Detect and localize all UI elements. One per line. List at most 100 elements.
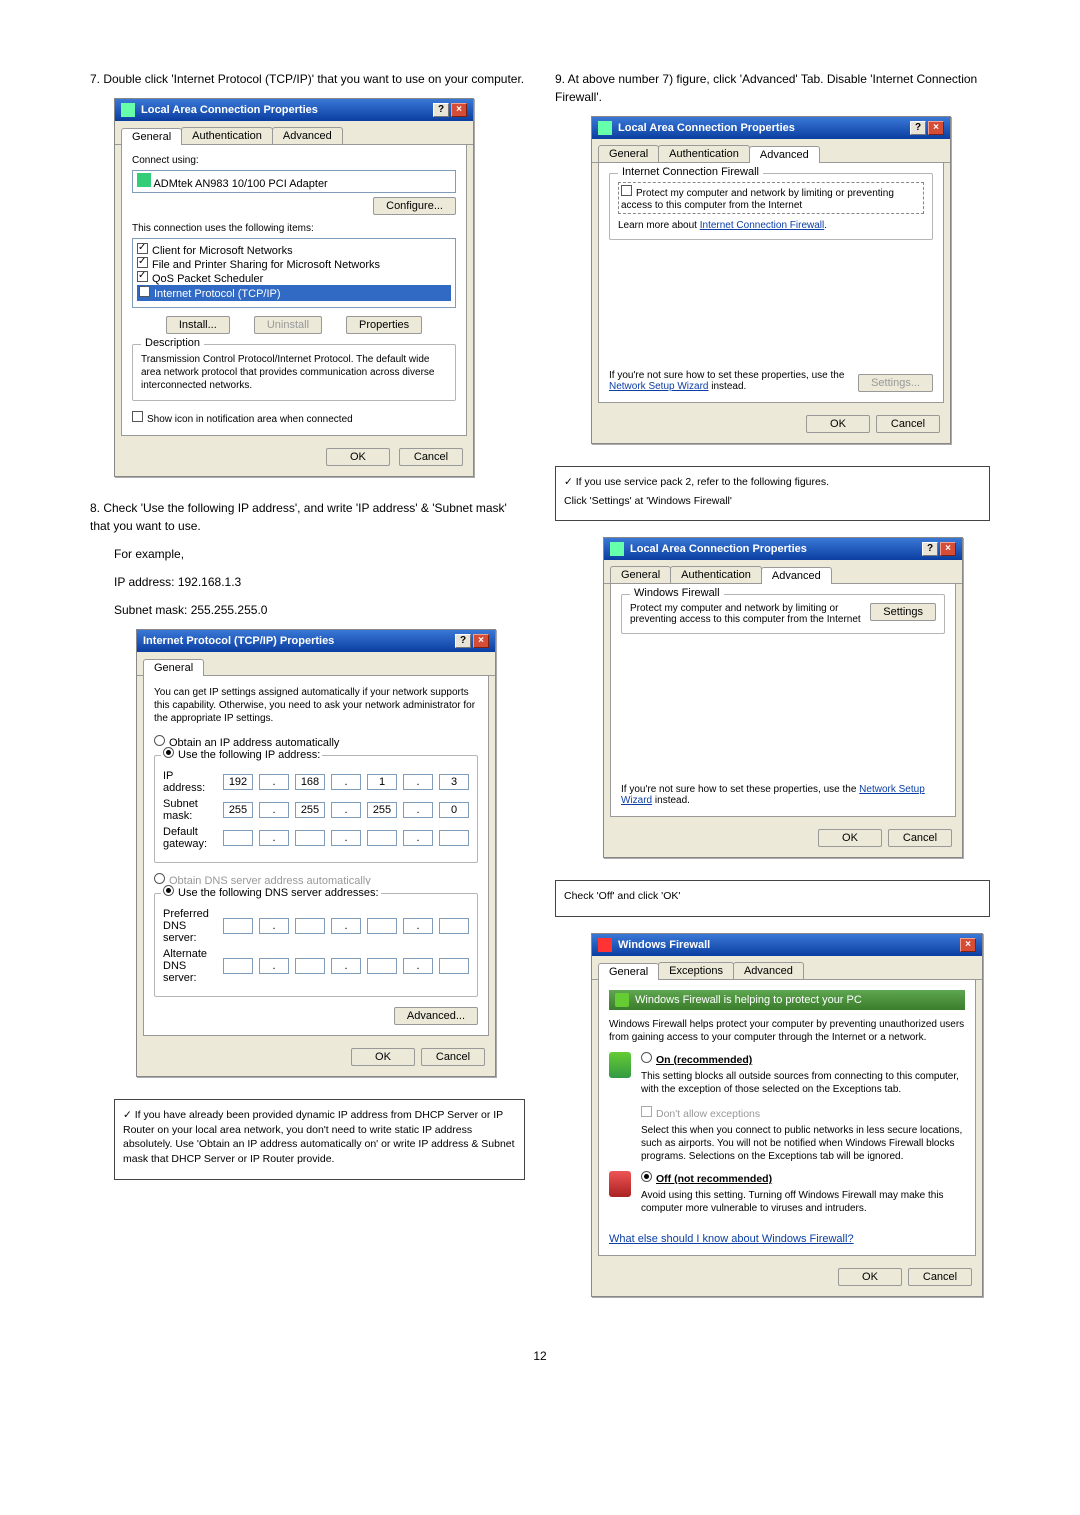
alt-dns-field[interactable]: ...: [223, 958, 469, 974]
titlebar: Local Area Connection Properties ? ×: [115, 99, 473, 121]
note-off-text: Check 'Off' and click 'OK': [564, 889, 981, 904]
help-button[interactable]: ?: [922, 542, 938, 556]
shield-off-icon: [609, 1171, 631, 1197]
wfw-more-link[interactable]: What else should I know about Windows Fi…: [609, 1233, 854, 1245]
dialog-lacp-advanced: Local Area Connection Properties ?× Gene…: [591, 116, 951, 444]
close-button[interactable]: ×: [960, 938, 976, 952]
close-button[interactable]: ×: [473, 634, 489, 648]
tab-pane: Connect using: ADMtek AN983 10/100 PCI A…: [121, 145, 467, 436]
help-button[interactable]: ?: [433, 103, 449, 117]
wfw-title: Windows Firewall: [618, 939, 710, 951]
icf-learn: Learn more about: [618, 220, 697, 231]
chk-qos[interactable]: [137, 271, 148, 282]
ok-button[interactable]: OK: [351, 1048, 415, 1066]
shield-on-icon: [609, 1052, 631, 1078]
dialog-title: Local Area Connection Properties: [141, 104, 318, 116]
alt-dns-label: Alternate DNS server:: [163, 948, 217, 984]
dialog-windows-firewall: Windows Firewall × General Exceptions Ad…: [591, 933, 983, 1297]
show-icon-label: Show icon in notification area when conn…: [147, 414, 353, 425]
help-button[interactable]: ?: [455, 634, 471, 648]
install-button[interactable]: Install...: [166, 316, 230, 334]
cancel-button[interactable]: Cancel: [908, 1268, 972, 1286]
radio-off[interactable]: [641, 1171, 652, 1182]
dont-check[interactable]: [641, 1106, 652, 1117]
dont-desc: Select this when you connect to public n…: [641, 1124, 965, 1163]
cancel-button[interactable]: Cancel: [876, 415, 940, 433]
properties-button[interactable]: Properties: [346, 316, 422, 334]
chk-tcpip[interactable]: [139, 286, 150, 297]
use-ip-label: Use the following IP address:: [178, 749, 320, 761]
nsw-link[interactable]: Network Setup Wizard: [609, 381, 708, 392]
chk-fps[interactable]: [137, 257, 148, 268]
note-dhcp-text: ✓ If you have already been provided dyna…: [123, 1108, 516, 1167]
tab-general[interactable]: General: [143, 659, 204, 676]
tab-auth[interactable]: Authentication: [181, 127, 273, 144]
ipp-title: Internet Protocol (TCP/IP) Properties: [143, 635, 334, 647]
tab-exceptions[interactable]: Exceptions: [658, 962, 734, 979]
tab-auth[interactable]: Authentication: [670, 566, 762, 583]
page-number: 12: [90, 1349, 990, 1363]
configure-button[interactable]: Configure...: [373, 197, 456, 215]
help-button[interactable]: ?: [910, 121, 926, 135]
tab-advanced[interactable]: Advanced: [272, 127, 343, 144]
radio-use-ip[interactable]: [163, 747, 174, 758]
radio-auto-ip[interactable]: [154, 735, 165, 746]
dont-label: Don't allow exceptions: [656, 1108, 760, 1120]
tab-advanced[interactable]: Advanced: [761, 567, 832, 584]
radio-use-dns[interactable]: [163, 885, 174, 896]
item-qos: QoS Packet Scheduler: [152, 273, 263, 285]
close-button[interactable]: ×: [940, 542, 956, 556]
tab-advanced[interactable]: Advanced: [749, 146, 820, 163]
icf-group-label: Internet Connection Firewall: [618, 166, 763, 178]
tab-general[interactable]: General: [598, 963, 659, 980]
icf-learn-link[interactable]: Internet Connection Firewall: [700, 220, 825, 231]
dialog-title: Local Area Connection Properties: [618, 122, 795, 134]
items-listbox[interactable]: Client for Microsoft Networks File and P…: [132, 238, 456, 308]
gw-field[interactable]: ...: [223, 830, 469, 846]
chk-client[interactable]: [137, 243, 148, 254]
note-sp2-b: Click 'Settings' at 'Windows Firewall': [564, 494, 981, 509]
tab-general[interactable]: General: [598, 145, 659, 162]
uses-items-label: This connection uses the following items…: [132, 223, 456, 234]
pref-dns-field[interactable]: ...: [223, 918, 469, 934]
ok-button[interactable]: OK: [818, 829, 882, 847]
uninstall-button[interactable]: Uninstall: [254, 316, 322, 334]
cancel-button[interactable]: Cancel: [421, 1048, 485, 1066]
ok-button[interactable]: OK: [806, 415, 870, 433]
example-mask: Subnet mask: 255.255.255.0: [90, 601, 525, 619]
tab-general[interactable]: General: [610, 566, 671, 583]
tab-advanced[interactable]: Advanced: [733, 962, 804, 979]
close-button[interactable]: ×: [928, 121, 944, 135]
tab-strip: General Authentication Advanced: [115, 121, 473, 145]
shield-icon: [598, 938, 612, 952]
dialog-ip-properties: Internet Protocol (TCP/IP) Properties ?×…: [136, 629, 496, 1077]
off-desc: Avoid using this setting. Turning off Wi…: [641, 1189, 965, 1215]
close-button[interactable]: ×: [451, 103, 467, 117]
dns-use-label: Use the following DNS server addresses:: [178, 887, 379, 899]
network-icon: [121, 103, 135, 117]
ok-button[interactable]: OK: [838, 1268, 902, 1286]
adapter-field: ADMtek AN983 10/100 PCI Adapter: [132, 170, 456, 193]
cancel-button[interactable]: Cancel: [399, 448, 463, 466]
step-9-text: 9. At above number 7) figure, click 'Adv…: [555, 70, 990, 106]
ok-button[interactable]: OK: [326, 448, 390, 466]
show-icon-check[interactable]: [132, 411, 143, 422]
wfw-settings-button[interactable]: Settings: [870, 603, 936, 621]
icf-hint: If you're not sure how to set these prop…: [609, 370, 844, 381]
settings-button[interactable]: Settings...: [858, 374, 933, 392]
example-lead: For example,: [90, 545, 525, 563]
tab-general[interactable]: General: [121, 128, 182, 145]
step-8-text: 8. Check 'Use the following IP address',…: [90, 499, 525, 535]
radio-auto-dns[interactable]: [154, 873, 165, 884]
cancel-button[interactable]: Cancel: [888, 829, 952, 847]
on-desc: This setting blocks all outside sources …: [641, 1070, 965, 1096]
tab-auth[interactable]: Authentication: [658, 145, 750, 162]
gw-label: Default gateway:: [163, 826, 217, 850]
pref-dns-label: Preferred DNS server:: [163, 908, 217, 944]
mask-field[interactable]: 255.255.255.0: [223, 802, 469, 818]
ip-field[interactable]: 192.168.1.3: [223, 774, 469, 790]
icf-check[interactable]: [621, 185, 632, 196]
radio-on[interactable]: [641, 1052, 652, 1063]
wfw-group-label: Windows Firewall: [630, 587, 724, 599]
advanced-button[interactable]: Advanced...: [394, 1007, 478, 1025]
